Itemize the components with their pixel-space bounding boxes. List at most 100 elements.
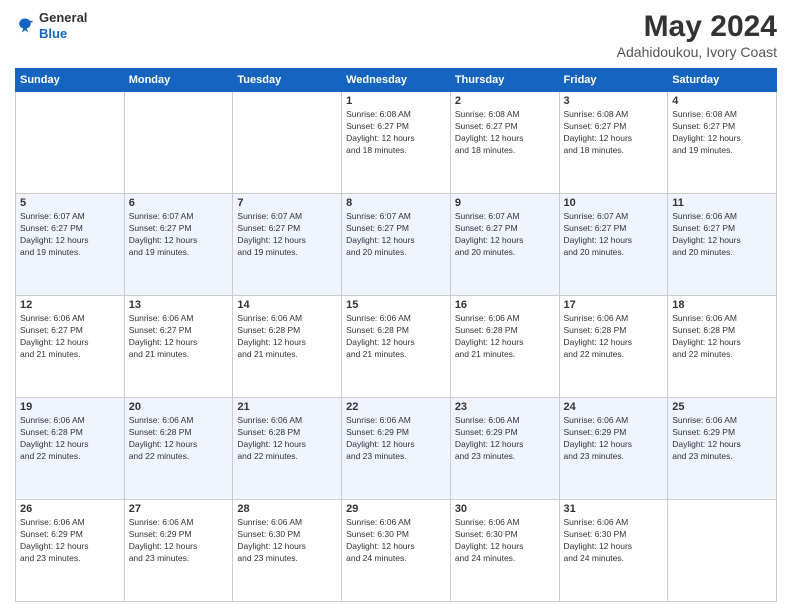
table-row: 9 Sunrise: 6:07 AM Sunset: 6:27 PM Daylig… (450, 194, 559, 296)
day-number: 10 (564, 197, 664, 209)
table-row: 13 Sunrise: 6:06 AM Sunset: 6:27 PM Dayli… (124, 296, 233, 398)
table-row: 3 Sunrise: 6:08 AM Sunset: 6:27 PM Daylig… (559, 92, 668, 194)
day-info: Sunrise: 6:06 AM Sunset: 6:27 PM Dayligh… (129, 313, 229, 361)
day-info: Sunrise: 6:06 AM Sunset: 6:28 PM Dayligh… (237, 415, 337, 463)
day-number: 21 (237, 401, 337, 413)
day-info: Sunrise: 6:06 AM Sunset: 6:29 PM Dayligh… (20, 517, 120, 565)
title-block: May 2024 Adahidoukou, Ivory Coast (617, 10, 777, 60)
day-number: 3 (564, 95, 664, 107)
day-info: Sunrise: 6:06 AM Sunset: 6:29 PM Dayligh… (455, 415, 555, 463)
day-info: Sunrise: 6:06 AM Sunset: 6:30 PM Dayligh… (455, 517, 555, 565)
day-info: Sunrise: 6:07 AM Sunset: 6:27 PM Dayligh… (564, 211, 664, 259)
table-row: 7Sunrise: 6:07 AM Sunset: 6:27 PM Daylig… (233, 194, 342, 296)
day-info: Sunrise: 6:06 AM Sunset: 6:27 PM Dayligh… (672, 211, 772, 259)
table-row (233, 92, 342, 194)
day-number: 11 (672, 197, 772, 209)
header: General Blue May 2024 Adahidoukou, Ivory… (15, 10, 777, 60)
day-info: Sunrise: 6:08 AM Sunset: 6:27 PM Dayligh… (455, 109, 555, 157)
day-number: 8 (346, 197, 446, 209)
table-row (16, 92, 125, 194)
col-sunday: Sunday (16, 69, 125, 92)
table-row: 1Sunrise: 6:08 AM Sunset: 6:27 PM Daylig… (342, 92, 451, 194)
day-number: 26 (20, 503, 120, 515)
day-number: 15 (346, 299, 446, 311)
table-row: 14Sunrise: 6:06 AM Sunset: 6:28 PM Dayli… (233, 296, 342, 398)
day-info: Sunrise: 6:07 AM Sunset: 6:27 PM Dayligh… (455, 211, 555, 259)
calendar-week-1: 1 Sunrise: 6:08 AM Sunset: 6:27 PM Daylig… (16, 92, 777, 194)
day-number: 2 (455, 95, 555, 107)
calendar-body: 1 Sunrise: 6:08 AM Sunset: 6:27 PM Daylig… (16, 92, 777, 602)
day-number: 5 (20, 197, 120, 209)
day-info: Sunrise: 6:06 AM Sunset: 6:29 PM Dayligh… (346, 415, 446, 463)
table-row: 11 Sunrise: 6:06 AM Sunset: 6:27 PM Dayli… (668, 194, 777, 296)
day-number: 24 (564, 401, 664, 413)
day-info: Sunrise: 6:06 AM Sunset: 6:27 PM Dayligh… (20, 313, 120, 361)
calendar-header: Sunday Monday Tuesday Wednesday Thursday… (16, 69, 777, 92)
logo-bird-icon (15, 16, 35, 36)
col-saturday: Saturday (668, 69, 777, 92)
day-number: 14 (237, 299, 337, 311)
day-number: 1 (346, 95, 446, 107)
day-info: Sunrise: 6:06 AM Sunset: 6:30 PM Dayligh… (564, 517, 664, 565)
col-tuesday: Tuesday (233, 69, 342, 92)
day-info: Sunrise: 6:08 AM Sunset: 6:27 PM Dayligh… (672, 109, 772, 157)
logo: General Blue (15, 10, 87, 41)
day-number: 25 (672, 401, 772, 413)
day-number: 18 (672, 299, 772, 311)
day-number: 9 (455, 197, 555, 209)
table-row: 23 Sunrise: 6:06 AM Sunset: 6:29 PM Dayli… (450, 398, 559, 500)
table-row: 12Sunrise: 6:06 AM Sunset: 6:27 PM Dayli… (16, 296, 125, 398)
table-row: 28Sunrise: 6:06 AM Sunset: 6:30 PM Dayli… (233, 500, 342, 602)
logo-blue: Blue (39, 26, 67, 41)
day-number: 22 (346, 401, 446, 413)
day-number: 28 (237, 503, 337, 515)
table-row: 16Sunrise: 6:06 AM Sunset: 6:28 PM Dayli… (450, 296, 559, 398)
day-info: Sunrise: 6:06 AM Sunset: 6:28 PM Dayligh… (129, 415, 229, 463)
day-number: 16 (455, 299, 555, 311)
table-row (124, 92, 233, 194)
day-info: Sunrise: 6:07 AM Sunset: 6:27 PM Dayligh… (129, 211, 229, 259)
header-row: Sunday Monday Tuesday Wednesday Thursday… (16, 69, 777, 92)
calendar-week-5: 26 Sunrise: 6:06 AM Sunset: 6:29 PM Dayli… (16, 500, 777, 602)
day-info: Sunrise: 6:06 AM Sunset: 6:30 PM Dayligh… (346, 517, 446, 565)
table-row: 8 Sunrise: 6:07 AM Sunset: 6:27 PM Daylig… (342, 194, 451, 296)
day-info: Sunrise: 6:06 AM Sunset: 6:29 PM Dayligh… (672, 415, 772, 463)
table-row: 25 Sunrise: 6:06 AM Sunset: 6:29 PM Dayli… (668, 398, 777, 500)
table-row: 10 Sunrise: 6:07 AM Sunset: 6:27 PM Dayli… (559, 194, 668, 296)
col-friday: Friday (559, 69, 668, 92)
col-monday: Monday (124, 69, 233, 92)
day-info: Sunrise: 6:06 AM Sunset: 6:29 PM Dayligh… (564, 415, 664, 463)
calendar-table: Sunday Monday Tuesday Wednesday Thursday… (15, 68, 777, 602)
table-row: 5 Sunrise: 6:07 AM Sunset: 6:27 PM Daylig… (16, 194, 125, 296)
day-info: Sunrise: 6:08 AM Sunset: 6:27 PM Dayligh… (564, 109, 664, 157)
logo-text: General Blue (39, 10, 87, 41)
table-row: 6Sunrise: 6:07 AM Sunset: 6:27 PM Daylig… (124, 194, 233, 296)
table-row: 15Sunrise: 6:06 AM Sunset: 6:28 PM Dayli… (342, 296, 451, 398)
calendar-week-4: 19 Sunrise: 6:06 AM Sunset: 6:28 PM Dayli… (16, 398, 777, 500)
day-info: Sunrise: 6:06 AM Sunset: 6:28 PM Dayligh… (672, 313, 772, 361)
day-number: 29 (346, 503, 446, 515)
day-number: 13 (129, 299, 229, 311)
calendar-week-3: 12Sunrise: 6:06 AM Sunset: 6:27 PM Dayli… (16, 296, 777, 398)
day-info: Sunrise: 6:07 AM Sunset: 6:27 PM Dayligh… (346, 211, 446, 259)
table-row: 19 Sunrise: 6:06 AM Sunset: 6:28 PM Dayli… (16, 398, 125, 500)
table-row: 26 Sunrise: 6:06 AM Sunset: 6:29 PM Dayli… (16, 500, 125, 602)
day-info: Sunrise: 6:07 AM Sunset: 6:27 PM Dayligh… (237, 211, 337, 259)
table-row: 17Sunrise: 6:06 AM Sunset: 6:28 PM Dayli… (559, 296, 668, 398)
col-wednesday: Wednesday (342, 69, 451, 92)
day-number: 31 (564, 503, 664, 515)
day-info: Sunrise: 6:06 AM Sunset: 6:28 PM Dayligh… (564, 313, 664, 361)
day-number: 4 (672, 95, 772, 107)
day-info: Sunrise: 6:06 AM Sunset: 6:29 PM Dayligh… (129, 517, 229, 565)
day-number: 27 (129, 503, 229, 515)
day-info: Sunrise: 6:07 AM Sunset: 6:27 PM Dayligh… (20, 211, 120, 259)
col-thursday: Thursday (450, 69, 559, 92)
table-row: 30Sunrise: 6:06 AM Sunset: 6:30 PM Dayli… (450, 500, 559, 602)
table-row: 20Sunrise: 6:06 AM Sunset: 6:28 PM Dayli… (124, 398, 233, 500)
table-row: 18 Sunrise: 6:06 AM Sunset: 6:28 PM Dayli… (668, 296, 777, 398)
table-row: 29 Sunrise: 6:06 AM Sunset: 6:30 PM Dayli… (342, 500, 451, 602)
day-number: 19 (20, 401, 120, 413)
day-number: 23 (455, 401, 555, 413)
logo-general: General (39, 10, 87, 25)
day-info: Sunrise: 6:06 AM Sunset: 6:28 PM Dayligh… (20, 415, 120, 463)
